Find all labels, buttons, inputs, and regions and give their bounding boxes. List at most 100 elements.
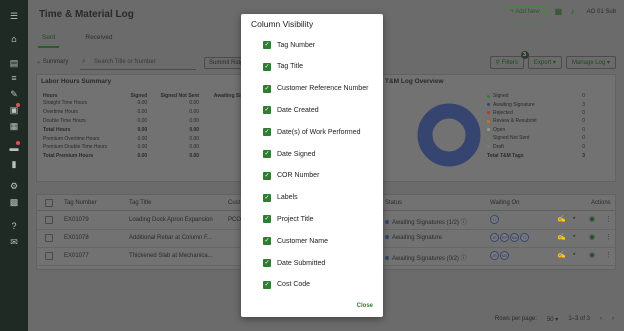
briefcase-icon[interactable]: ▬ xyxy=(9,141,20,153)
gear-icon[interactable]: ⚙ xyxy=(9,181,19,191)
column-option-label: Date Submitted xyxy=(277,259,326,267)
labor-cell: 0.00 xyxy=(189,100,200,107)
column-checkbox[interactable]: ✓ xyxy=(263,62,271,71)
avatar[interactable]: JR xyxy=(490,233,499,242)
grid-icon[interactable]: ▩ xyxy=(9,197,19,207)
home-icon[interactable]: ⌂ xyxy=(9,34,19,44)
column-checkbox[interactable]: ✓ xyxy=(263,106,271,115)
tab-received[interactable]: Received xyxy=(81,34,116,48)
close-button[interactable]: Close xyxy=(357,303,373,309)
avatar[interactable]: JR xyxy=(490,251,499,260)
column-option[interactable]: ✓ Date Created xyxy=(263,105,319,115)
tag-title-cell: Loading Dock Apron Expansion xyxy=(129,217,213,223)
tag-number-cell[interactable]: EX01078 xyxy=(64,235,89,241)
pencil-icon[interactable]: ✎ xyxy=(9,89,19,99)
chat-icon[interactable]: ✉ xyxy=(9,237,19,247)
column-checkbox[interactable]: ✓ xyxy=(263,237,271,246)
page-title: Time & Material Log xyxy=(39,9,134,20)
column-option[interactable]: ✓ Date Signed xyxy=(263,149,316,159)
row-checkbox[interactable] xyxy=(45,216,53,224)
column-checkbox[interactable]: ✓ xyxy=(263,193,271,202)
legend-label: Open xyxy=(493,126,506,133)
labor-cell: 0.00 xyxy=(189,153,200,160)
column-waiting-on[interactable]: Waiting On xyxy=(490,200,519,206)
row-checkbox[interactable] xyxy=(45,234,53,242)
prev-page-icon[interactable]: ‹ xyxy=(600,316,602,323)
column-checkbox[interactable]: ✓ xyxy=(263,215,271,224)
comment-icon[interactable]: ▪ xyxy=(573,233,575,240)
column-option[interactable]: ✓ Customer Reference Number xyxy=(263,84,368,94)
filters-button[interactable]: ⚲ Filters 3 xyxy=(489,51,529,69)
column-option[interactable]: ✓ Tag Title xyxy=(263,62,303,72)
column-option[interactable]: ✓ Labels xyxy=(263,193,298,203)
column-status[interactable]: Status xyxy=(385,200,402,206)
rows-per-page-select[interactable]: 50 ▾ xyxy=(547,316,558,323)
column-visibility-dialog: Column Visibility ✓ Tag Number ✓ Tag Title ✓… xyxy=(241,14,383,317)
column-checkbox[interactable]: ✓ xyxy=(263,150,271,158)
column-option[interactable]: ✓ Project Title xyxy=(263,214,314,224)
status-cell: Awaiting Signatures (0/2) ⓘ xyxy=(385,253,467,262)
view-icon[interactable]: ◉ xyxy=(589,251,595,259)
column-checkbox[interactable]: ✓ xyxy=(263,84,271,93)
chart-icon[interactable]: ▮ xyxy=(9,159,19,169)
select-all-checkbox[interactable] xyxy=(45,199,53,207)
menu-icon[interactable]: ☰ xyxy=(9,11,19,21)
comment-icon[interactable]: ▪ xyxy=(573,215,575,222)
row-checkbox[interactable] xyxy=(45,252,53,260)
export-button[interactable]: Export ▾ xyxy=(527,56,562,69)
column-option[interactable]: ✓ Tag Number xyxy=(263,40,315,50)
info-icon[interactable]: ⓘ xyxy=(459,256,467,262)
column-checkbox[interactable]: ✓ xyxy=(263,128,271,137)
avatar[interactable]: MA xyxy=(510,233,519,242)
column-tag-number[interactable]: Tag Number xyxy=(64,200,97,206)
column-checkbox[interactable]: ✓ xyxy=(263,41,271,49)
add-new-button[interactable]: + Add New xyxy=(503,6,547,18)
labor-cell: 0.00 xyxy=(137,126,148,133)
info-icon[interactable]: ⓘ xyxy=(459,220,467,226)
search-input[interactable]: ⌕ Search Title or Number xyxy=(80,56,196,70)
tag-number-cell[interactable]: EX01077 xyxy=(64,253,89,259)
more-icon[interactable]: ⋮ xyxy=(605,215,612,223)
avatar[interactable]: KP xyxy=(500,233,509,242)
column-option[interactable]: ✓ COR Number xyxy=(263,171,319,181)
notification-dot xyxy=(16,103,20,107)
help-icon[interactable]: ? xyxy=(9,221,19,231)
column-option[interactable]: ✓ Date Submitted xyxy=(263,258,325,268)
bell-icon[interactable]: ♪ xyxy=(571,8,579,16)
more-icon[interactable]: ⋮ xyxy=(605,251,612,259)
avatar[interactable]: MA xyxy=(500,251,509,260)
column-option[interactable]: ✓ Customer Name xyxy=(263,236,328,246)
tag-number-cell[interactable]: EX01079 xyxy=(64,217,89,223)
summary-toggle[interactable]: ⌄ Summary xyxy=(36,58,68,65)
legend-label-group: Rejected xyxy=(487,110,513,116)
avatar[interactable]: TJ xyxy=(490,215,499,224)
clipboard-icon[interactable]: ▣ xyxy=(9,103,20,115)
stack-icon[interactable]: ▦ xyxy=(9,121,19,131)
labor-cell: 0.00 xyxy=(137,109,148,116)
donut-awaiting-signature xyxy=(417,103,481,167)
legend-label: Signed Not Sent xyxy=(493,135,530,142)
list-icon[interactable]: ≡ xyxy=(9,73,19,83)
sign-icon[interactable]: ✍ xyxy=(557,251,566,259)
more-icon[interactable]: ⋮ xyxy=(605,233,612,241)
next-page-icon[interactable]: › xyxy=(612,316,614,323)
column-option[interactable]: ✓ Date(s) of Work Performed xyxy=(263,127,361,137)
view-icon[interactable]: ◉ xyxy=(589,215,595,223)
view-icon[interactable]: ◉ xyxy=(589,233,595,241)
avatar[interactable]: TJ xyxy=(520,233,529,242)
grid-icon[interactable]: ▦ xyxy=(555,8,563,16)
column-tag-title[interactable]: Tag Title xyxy=(129,200,151,206)
sign-icon[interactable]: ✍ xyxy=(557,215,566,223)
column-option[interactable]: ✓ Cost Code xyxy=(263,280,310,290)
sign-icon[interactable]: ✍ xyxy=(557,233,566,241)
comment-icon[interactable]: ▪ xyxy=(573,251,575,258)
subscription-label[interactable]: AO 01 Sub xyxy=(587,9,616,15)
column-checkbox[interactable]: ✓ xyxy=(263,259,271,267)
column-checkbox[interactable]: ✓ xyxy=(263,171,271,180)
column-checkbox[interactable]: ✓ xyxy=(263,280,271,289)
document-icon[interactable]: ▤ xyxy=(9,58,19,68)
column-customer[interactable]: Cust xyxy=(228,200,240,206)
column-option-label: Project Title xyxy=(277,215,314,223)
manage-log-button[interactable]: Manage Log ▾ xyxy=(565,56,616,69)
tab-sent[interactable]: Sent xyxy=(38,34,60,48)
